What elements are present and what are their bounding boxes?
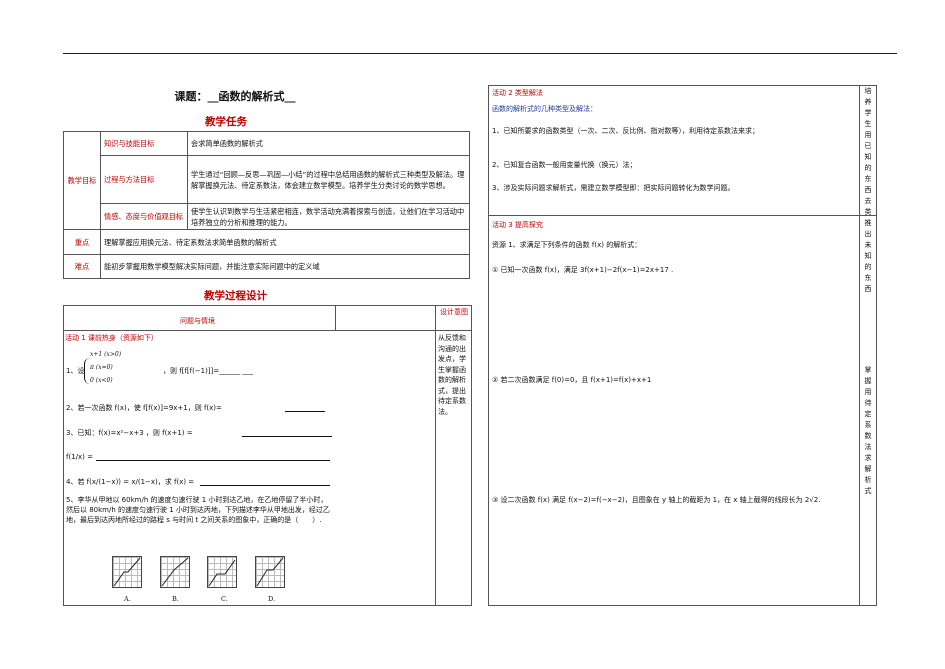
- activity2-item-3: 3、涉及实际问题求解析式，需建立数学模型即：把实际问题转化为数学问题。: [492, 184, 735, 192]
- goal-label-method: 过程与方法目标: [100, 155, 188, 204]
- graph-label-d: D.: [268, 595, 276, 603]
- q1-tail: ，则 f[f[f(−1)]]=______ ___: [163, 367, 253, 375]
- q1-case-1: x+1 (x>0): [90, 351, 122, 358]
- top-rule: [63, 53, 897, 54]
- difficulty-content: 能初步掌握用数学模型解决实际问题，并能注意实际问题中的定义域: [100, 254, 470, 279]
- key-point-label: 重点: [63, 229, 101, 255]
- activity1-title: 活动 1 课前热身（资源如下）: [65, 334, 158, 342]
- graph-c-line: [208, 559, 236, 587]
- graph-label-c: C.: [221, 595, 228, 603]
- q5-text: 5、李华从甲地以 60km/h 的速度匀速行驶 1 小时到达乙地，在乙地停留了半…: [66, 496, 330, 524]
- goal-label-knowledge: 知识与技能目标: [100, 131, 188, 156]
- tasks-table: 教学目标 知识与技能目标 会求简单函数的解析式 过程与方法目标 学生通过“回顾—…: [63, 131, 470, 279]
- q3-blank: [242, 428, 332, 437]
- goal-label-attitude: 情感、态度与价值观目标: [100, 203, 188, 230]
- goal-content-method: 学生通过“回顾—反思—巩固—小结”的过程中总结用函数的解析式三种类型及解法。理解…: [187, 155, 470, 204]
- q3-text: 3、已知：f(x)=x²−x+3 ，则 f(x+1) =: [66, 429, 193, 437]
- key-point-content: 理解掌握应用换元法、待定系数法求简单函数的解析式: [100, 229, 470, 255]
- q2-blank: [285, 403, 325, 412]
- activity3-intent: 掌握用待定系数法求解析式: [864, 366, 872, 495]
- graph-label-a: A.: [124, 595, 131, 603]
- section-teaching-tasks: 教学任务: [205, 116, 247, 128]
- goal-head: 教学目标: [63, 131, 101, 230]
- graph-d-line: [256, 557, 284, 587]
- activity2-title: 活动 2 类型解法: [492, 89, 543, 97]
- problem-1: ① 已知一次函数 f(x)，满足 3f(x+1)−2f(x−1)=2x+17 .: [492, 266, 674, 274]
- lesson-title: 课题：__函数的解析式__: [174, 90, 296, 103]
- process-col-intent-head: 设计意图: [440, 308, 468, 316]
- graph-a-line: [113, 557, 141, 587]
- q4-text: 4、若 f(x/(1−x)) = x/(1−x)，求 f(x) =: [66, 478, 195, 486]
- q2-text: 2、若一次函数 f(x)，使 f[f(x)]=9x+1，则 f(x)=: [66, 404, 222, 412]
- problem-2: ② 若二次函数满足 f(0)=0，且 f(x+1)=f(x)+x+1: [492, 376, 652, 384]
- section-process-design: 教学过程设计: [204, 290, 267, 302]
- activity3-title: 活动 3 提高探究: [492, 221, 543, 229]
- activity2-item-1: 1、已知所要求的函数类型（一次、二次、反比例、指对数等），利用待定系数法来求；: [492, 127, 759, 135]
- difficulty-label: 难点: [63, 254, 101, 279]
- activity2-intent: 培养学生用已知的东西去类推出未知的东西: [864, 87, 872, 293]
- process-col-question-head: 问题与情境: [180, 317, 215, 325]
- q4-blank: [200, 477, 330, 486]
- q3b-blank: [96, 452, 330, 461]
- q1-case-2: π (x=0): [90, 364, 113, 371]
- problem-3: ③ 设二次函数 f(x) 满足 f(x−2)=f(−x−2)，且图象在 y 轴上…: [492, 496, 821, 504]
- goal-content-attitude: 使学生认识到数学与生活紧密相连，数学活动充满着探索与创造，让他们在学习活动中培养…: [187, 203, 470, 230]
- q1-prefix: 1、设: [66, 367, 85, 375]
- activity2-item-2: 2、已知复合函数一般用变量代换（换元）法；: [492, 161, 637, 169]
- q3b-text: f(1/x) =: [66, 453, 93, 461]
- graph-b-line: [161, 557, 189, 587]
- activity3-subtitle: 资源 1、求满足下列条件的函数 f(x) 的解析式：: [492, 241, 642, 249]
- activity2-subtitle: 函数的解析式的几种类型及解法：: [492, 105, 597, 113]
- graph-label-b: B.: [172, 595, 179, 603]
- q1-case-3: 0 (x<0): [90, 377, 113, 384]
- goal-content-knowledge: 会求简单函数的解析式: [187, 131, 470, 156]
- activity1-intent: 从反馈和沟通的出发点，学生掌握函数的解析式，提出待定系数法。: [438, 334, 466, 416]
